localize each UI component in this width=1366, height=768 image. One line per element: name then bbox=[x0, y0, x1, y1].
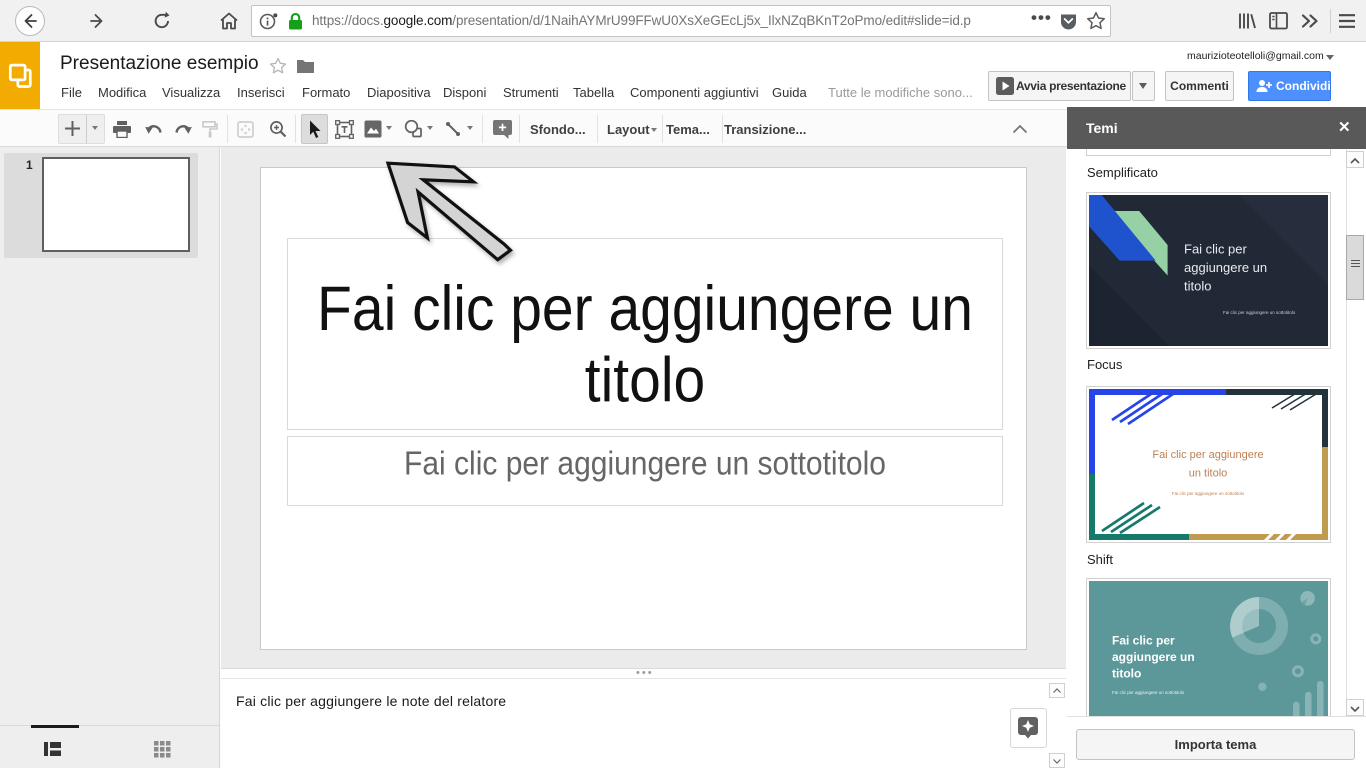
svg-text:Fai clic per aggiungere: Fai clic per aggiungere bbox=[1152, 449, 1263, 461]
svg-text:aggiungere un: aggiungere un bbox=[1184, 260, 1267, 275]
svg-text:Fai clic per: Fai clic per bbox=[1112, 634, 1175, 648]
svg-text:titolo: titolo bbox=[1112, 667, 1141, 681]
svg-text:Fai clic per aggiungere un sot: Fai clic per aggiungere un sottotitolo bbox=[1172, 491, 1245, 496]
svg-text:un titolo: un titolo bbox=[1189, 468, 1228, 480]
svg-text:Fai clic per: Fai clic per bbox=[1184, 242, 1248, 257]
svg-text:aggiungere un: aggiungere un bbox=[1112, 650, 1195, 664]
svg-text:titolo: titolo bbox=[1184, 279, 1211, 294]
svg-text:Fai clic per aggiungere un sot: Fai clic per aggiungere un sottotitolo bbox=[1223, 310, 1296, 315]
svg-text:Fai clic per aggiungere un sot: Fai clic per aggiungere un sottotitolo bbox=[1112, 690, 1185, 695]
